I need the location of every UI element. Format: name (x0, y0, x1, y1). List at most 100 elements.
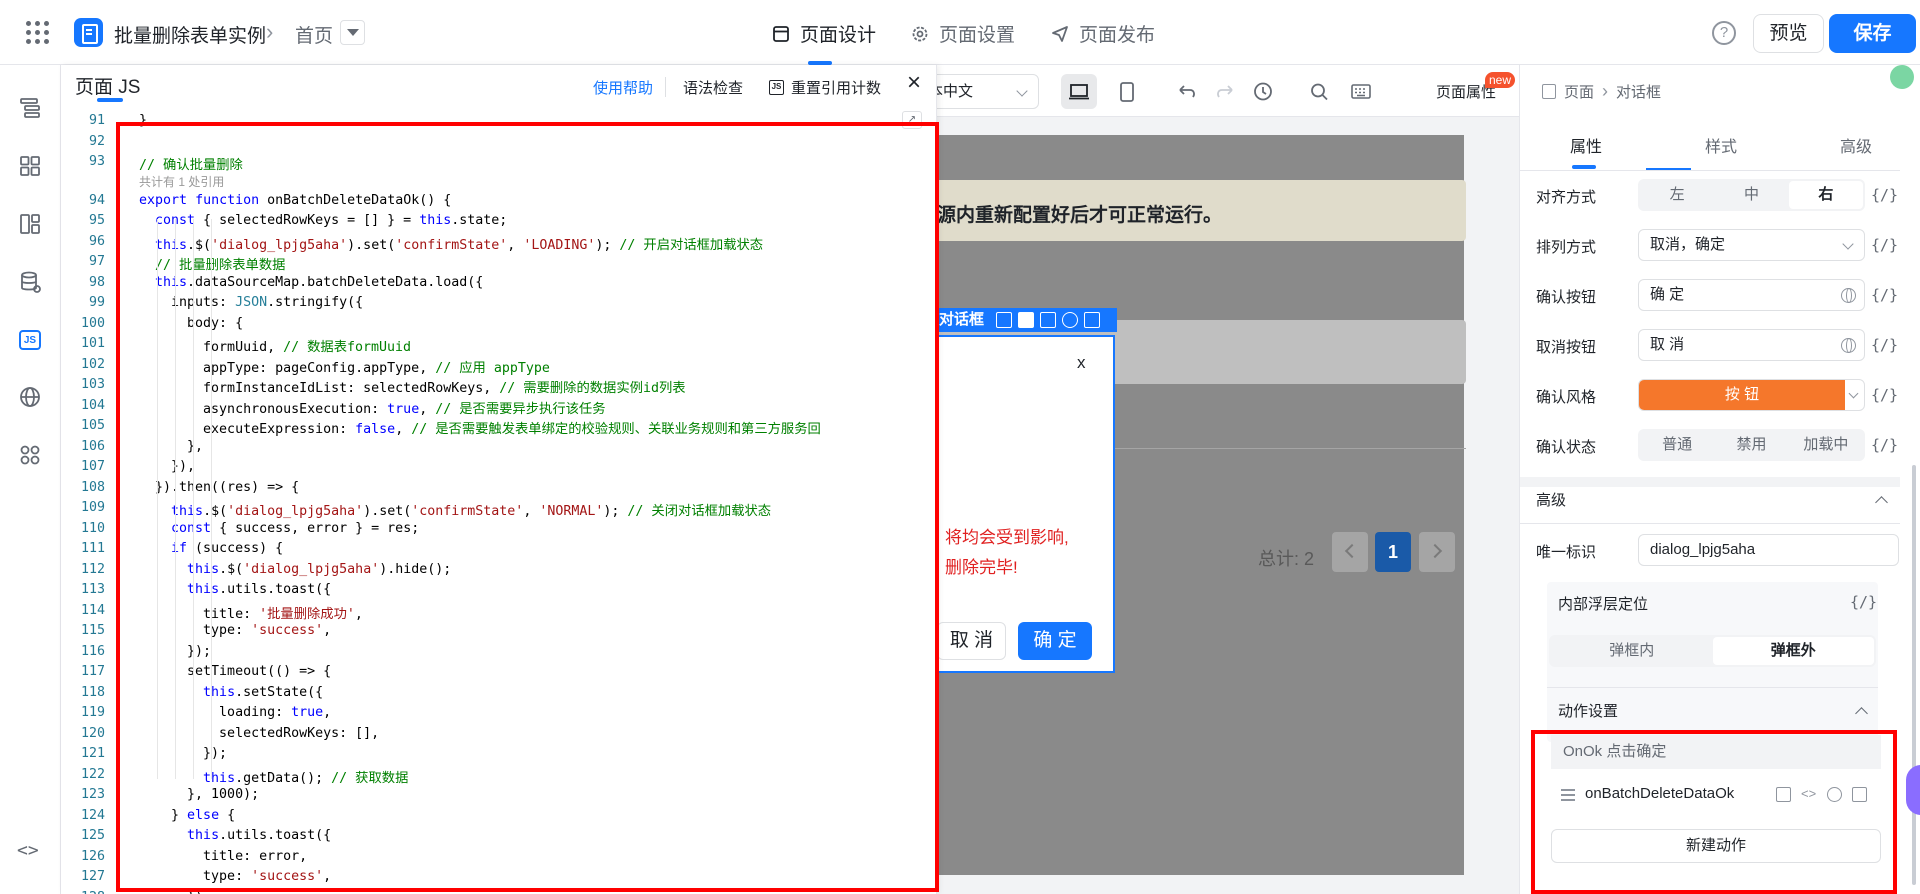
action-section-title[interactable]: 动作设置 (1558, 700, 1618, 721)
code-editor[interactable]: 91} 92 93 // 确认批量删除 共计有 1 处引用 94 export functi… (61, 101, 937, 894)
code-line[interactable]: type: 'success', (139, 623, 331, 638)
ok-style-select[interactable]: 按 钮 (1638, 379, 1865, 411)
code-line[interactable]: appType: pageConfig.appType, // 应用 appTy… (139, 357, 550, 376)
ok-state-segmented[interactable]: 普通 禁用 加载中 (1638, 429, 1865, 461)
code-line[interactable]: title: '批量删除成功', (139, 603, 363, 622)
align-right-option[interactable]: 右 (1788, 181, 1863, 209)
pager-prev-button[interactable] (1332, 532, 1368, 572)
code-line[interactable]: } (139, 113, 147, 128)
tab-style[interactable]: 样式 (1705, 133, 1737, 157)
app-grid-icon[interactable] (26, 21, 50, 45)
variable-binding-icon[interactable]: {/} (1871, 436, 1898, 454)
trash-icon[interactable] (1084, 312, 1100, 328)
js-icon[interactable]: JS (19, 330, 41, 350)
code-line[interactable]: const { success, error } = res; (139, 521, 419, 536)
page-name[interactable]: 首页 (295, 21, 333, 48)
close-icon[interactable]: × (907, 69, 921, 97)
apps-icon[interactable] (18, 443, 42, 467)
code-line[interactable]: setTimeout(() => { (139, 664, 331, 679)
breadcrumb-dialog[interactable]: 对话框 (1616, 81, 1661, 102)
code-line[interactable]: this.$('dialog_lpjg5aha').set('confirmSt… (139, 500, 771, 519)
code-line[interactable]: body: { (139, 316, 243, 331)
code-line[interactable]: }); (139, 746, 227, 761)
preview-button[interactable]: 预览 (1753, 14, 1824, 53)
dialog-preview[interactable]: x 将均会受到影响, 删除完毕! 取 消 确 定 (935, 335, 1115, 673)
code-line[interactable]: this.dataSourceMap.batchDeleteData.load(… (139, 275, 483, 290)
code-line[interactable]: export function onBatchDeleteDataOk() { (139, 193, 451, 208)
reference-hint[interactable]: 共计有 1 处引用 (139, 173, 224, 190)
code-line[interactable]: this.$('dialog_lpjg5aha').hide(); (139, 562, 451, 577)
code-line[interactable]: asynchronousExecution: true, // 是否需要异步执行… (139, 398, 605, 417)
undo-button[interactable] (1169, 74, 1205, 109)
code-line[interactable]: } else { (139, 808, 235, 823)
state-disabled-option[interactable]: 禁用 (1714, 431, 1788, 459)
tab-advanced[interactable]: 高级 (1840, 133, 1872, 157)
advanced-section-title[interactable]: 高级 (1536, 489, 1566, 510)
variable-binding-icon[interactable]: {/} (1871, 186, 1898, 204)
outline-icon[interactable] (18, 96, 42, 120)
code-line[interactable]: this.utils.toast({ (139, 828, 331, 843)
code-line[interactable]: }, 1000); (139, 787, 259, 802)
reset-ref-count-button[interactable]: 重置引用计数 (791, 77, 881, 98)
tab-props[interactable]: 属性 (1570, 133, 1602, 157)
page-icon[interactable] (18, 212, 42, 236)
help-link[interactable]: 使用帮助 (593, 77, 653, 98)
code-line[interactable]: const { selectedRowKeys = [] } = this.st… (139, 213, 507, 228)
datasource-icon[interactable] (18, 270, 42, 294)
state-normal-option[interactable]: 普通 (1640, 431, 1714, 459)
layer-inside-option[interactable]: 弹框内 (1551, 637, 1713, 665)
panel-scrollbar[interactable] (1912, 465, 1916, 885)
code-line[interactable]: this.setState({ (139, 685, 323, 700)
code-line[interactable]: title: error, (139, 849, 307, 864)
search-button[interactable] (1301, 74, 1337, 109)
tab-page-settings[interactable]: 页面设置 (911, 20, 1015, 47)
code-line[interactable]: }).then((res) => { (139, 480, 299, 495)
code-line[interactable]: }), (139, 459, 195, 474)
code-line[interactable]: this.utils.toast({ (139, 582, 331, 597)
language-select[interactable]: 本中文 (919, 74, 1039, 109)
copy-icon[interactable] (1776, 787, 1791, 802)
action-name[interactable]: onBatchDeleteDataOk (1585, 785, 1734, 802)
code-line[interactable]: type: 'success', (139, 869, 331, 884)
state-loading-option[interactable]: 加载中 (1789, 431, 1863, 459)
breadcrumb-page[interactable]: 页面 (1564, 81, 1594, 102)
code-icon[interactable]: <> (1801, 787, 1816, 802)
globe-icon[interactable] (18, 385, 42, 409)
keyboard-button[interactable] (1343, 74, 1379, 109)
eye-icon[interactable] (1062, 312, 1078, 328)
redo-button[interactable] (1207, 74, 1243, 109)
add-icon[interactable] (1018, 312, 1034, 328)
tab-page-design[interactable]: 页面设计 (772, 20, 876, 47)
page-dropdown-button[interactable] (340, 20, 365, 45)
code-line[interactable]: }); (139, 890, 211, 894)
app-name[interactable]: 批量删除表单实例 (114, 21, 266, 48)
variable-binding-icon[interactable]: {/} (1871, 386, 1898, 404)
globe-icon[interactable] (1841, 338, 1856, 353)
code-line[interactable]: // 确认批量删除 (139, 154, 243, 173)
chevron-up-icon[interactable] (1875, 496, 1888, 509)
align-segmented[interactable]: 左 中 右 (1638, 179, 1865, 211)
edit-icon[interactable] (996, 312, 1012, 328)
code-line[interactable]: executeExpression: false, // 是否需要触发表单绑定的… (139, 418, 821, 437)
components-icon[interactable] (18, 154, 42, 178)
ok-text-input[interactable]: 确 定 (1638, 279, 1865, 311)
lint-button[interactable]: 语法检查 (683, 77, 743, 98)
code-icon[interactable]: <> (17, 840, 41, 864)
tab-page-publish[interactable]: 页面发布 (1051, 20, 1155, 47)
dialog-close-icon[interactable]: x (1077, 353, 1086, 373)
history-button[interactable] (1245, 74, 1281, 109)
layer-segmented[interactable]: 弹框内 弹框外 (1549, 635, 1876, 667)
mobile-view-button[interactable] (1109, 74, 1145, 109)
uid-input[interactable]: dialog_lpjg5aha (1638, 534, 1899, 566)
code-line[interactable]: inputs: JSON.stringify({ (139, 295, 363, 310)
action-item[interactable]: onBatchDeleteDataOk <> (1551, 778, 1881, 812)
variable-binding-icon[interactable]: {/} (1871, 286, 1898, 304)
variable-binding-icon[interactable]: {/} (1871, 336, 1898, 354)
code-line[interactable]: formInstanceIdList: selectedRowKeys, // … (139, 377, 686, 396)
pager-current-page[interactable]: 1 (1375, 532, 1411, 572)
new-action-button[interactable]: 新建动作 (1551, 829, 1881, 863)
code-line[interactable]: loading: true, (139, 705, 331, 720)
code-line[interactable]: // 批量删除表单数据 (139, 254, 285, 273)
globe-icon[interactable] (1841, 288, 1856, 303)
desktop-view-button[interactable] (1061, 74, 1097, 109)
